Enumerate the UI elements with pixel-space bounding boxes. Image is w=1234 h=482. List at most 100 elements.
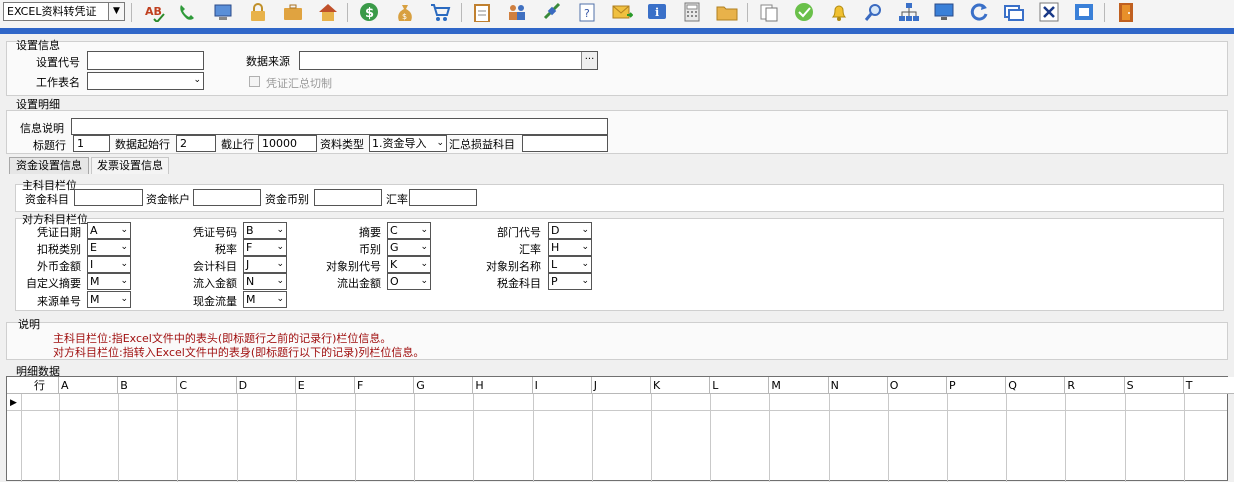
mail-icon[interactable]	[610, 1, 634, 23]
search-icon[interactable]	[862, 1, 886, 23]
cart-icon[interactable]	[428, 1, 452, 23]
toolbar-separator	[747, 3, 748, 22]
counter-field-select[interactable]: M ⌄	[87, 291, 131, 308]
toolbar-separator	[1104, 3, 1105, 22]
exit-door-icon[interactable]	[1114, 1, 1138, 23]
info-desc-input[interactable]	[71, 118, 608, 135]
grid-column-header[interactable]: K	[651, 377, 711, 394]
counter-field-select[interactable]: I ⌄	[87, 256, 131, 273]
counter-field-select[interactable]: O ⌄	[387, 273, 431, 290]
org-chart-icon[interactable]	[897, 1, 921, 23]
documents-icon[interactable]	[757, 1, 781, 23]
grid-column-line	[651, 394, 652, 482]
counter-field-select[interactable]: G ⌄	[387, 239, 431, 256]
data-source-label: 数据来源	[246, 55, 290, 68]
grid-column-header[interactable]: N	[828, 377, 888, 394]
computer-icon[interactable]	[211, 1, 235, 23]
counter-field-select[interactable]: P ⌄	[548, 273, 592, 290]
grid-column-header[interactable]: P	[947, 377, 1007, 394]
calculator-icon[interactable]	[680, 1, 704, 23]
counter-field-label: 流入金额	[193, 277, 237, 290]
counter-field-select[interactable]: M ⌄	[87, 273, 131, 290]
restore-icon[interactable]	[1072, 1, 1096, 23]
grid-column-header[interactable]: S	[1124, 377, 1184, 394]
counter-field-select[interactable]: F ⌄	[243, 239, 287, 256]
chevron-down-icon: ⌄	[420, 259, 428, 269]
window-icon[interactable]	[1002, 1, 1026, 23]
users-icon[interactable]	[505, 1, 529, 23]
counter-field-select[interactable]: L ⌄	[548, 256, 592, 273]
toolbar-separator	[131, 3, 132, 22]
grid-column-header[interactable]: T	[1183, 377, 1234, 394]
counter-field-select[interactable]: E ⌄	[87, 239, 131, 256]
counter-field-select[interactable]: J ⌄	[243, 256, 287, 273]
title-row-input[interactable]: 1	[73, 135, 110, 152]
briefcase-icon[interactable]	[281, 1, 305, 23]
money-bag-icon[interactable]: $	[393, 1, 417, 23]
lock-icon[interactable]	[246, 1, 270, 23]
counter-field-select[interactable]: H ⌄	[548, 239, 592, 256]
bell-icon[interactable]	[827, 1, 851, 23]
data-type-select[interactable]: 1.资金导入 ⌄	[369, 135, 447, 152]
counter-field-select[interactable]: C ⌄	[387, 222, 431, 239]
chevron-down-icon: ⌄	[276, 225, 284, 235]
spellcheck-icon[interactable]: AB	[143, 1, 167, 23]
counter-field-select[interactable]: M ⌄	[243, 291, 287, 308]
grid-column-header[interactable]: O	[887, 377, 947, 394]
sheet-name-select[interactable]: ⌄	[87, 72, 204, 90]
grid-column-header[interactable]: I	[532, 377, 592, 394]
grid-column-header[interactable]: J	[591, 377, 651, 394]
stop-row-input[interactable]: 10000	[258, 135, 317, 152]
help-icon[interactable]: ?	[575, 1, 599, 23]
folder-icon[interactable]	[715, 1, 739, 23]
fund-bank-input[interactable]	[193, 189, 261, 206]
counter-field-select[interactable]: A ⌄	[87, 222, 131, 239]
browse-button[interactable]: ···	[581, 52, 597, 69]
module-select[interactable]: EXCEL资料转凭证 ▼	[3, 2, 125, 21]
grid-column-header[interactable]: D	[236, 377, 296, 394]
grid-column-header[interactable]: F	[355, 377, 415, 394]
clipboard-icon[interactable]	[470, 1, 494, 23]
title-row-label: 标题行	[33, 139, 66, 152]
dollar-icon[interactable]: $	[357, 1, 381, 23]
grid-column-header[interactable]: M	[769, 377, 829, 394]
counter-field-select[interactable]: K ⌄	[387, 256, 431, 273]
summary-account-input[interactable]	[522, 135, 608, 152]
counter-field-value: M	[246, 293, 256, 306]
grid-column-header[interactable]: A	[59, 377, 119, 394]
info-icon[interactable]: i	[645, 1, 669, 23]
counter-field-select[interactable]: D ⌄	[548, 222, 592, 239]
counter-field-label: 会计科目	[193, 260, 237, 273]
refresh-icon[interactable]	[967, 1, 991, 23]
detail-data-grid[interactable]: 行 ABCDEFGHIJKLMNOPQRST ▶	[6, 376, 1234, 482]
close-icon[interactable]	[1037, 1, 1061, 23]
counter-field-select[interactable]: B ⌄	[243, 222, 287, 239]
data-start-input[interactable]: 2	[176, 135, 216, 152]
grid-column-header[interactable]: G	[414, 377, 474, 394]
rate-input[interactable]	[409, 189, 477, 206]
fund-account-input[interactable]	[74, 189, 143, 206]
tab-invoice-settings[interactable]: 发票设置信息	[91, 157, 169, 174]
data-type-value: 1.资金导入	[372, 137, 427, 150]
grid-column-header[interactable]: L	[710, 377, 770, 394]
setting-code-input[interactable]	[87, 51, 204, 70]
grid-column-header[interactable]: C	[177, 377, 237, 394]
grid-column-header[interactable]: R	[1065, 377, 1125, 394]
grid-column-header[interactable]: Q	[1006, 377, 1066, 394]
voucher-split-checkbox[interactable]	[249, 76, 260, 87]
check-icon[interactable]	[792, 1, 816, 23]
home-icon[interactable]	[316, 1, 340, 23]
chevron-down-icon: ⌄	[120, 294, 128, 304]
stop-row-label: 截止行	[221, 138, 254, 151]
counter-field-select[interactable]: N ⌄	[243, 273, 287, 290]
data-source-input[interactable]: ···	[299, 51, 598, 70]
tab-fund-settings[interactable]: 资金设置信息	[9, 157, 89, 174]
grid-column-header[interactable]: E	[295, 377, 355, 394]
monitor-icon[interactable]	[932, 1, 956, 23]
grid-column-header[interactable]: H	[473, 377, 533, 394]
phone-icon[interactable]	[176, 1, 200, 23]
grid-column-header[interactable]: B	[118, 377, 178, 394]
fund-currency-input[interactable]	[314, 189, 382, 206]
grid-column-line	[591, 394, 593, 482]
link-icon[interactable]	[540, 1, 564, 23]
